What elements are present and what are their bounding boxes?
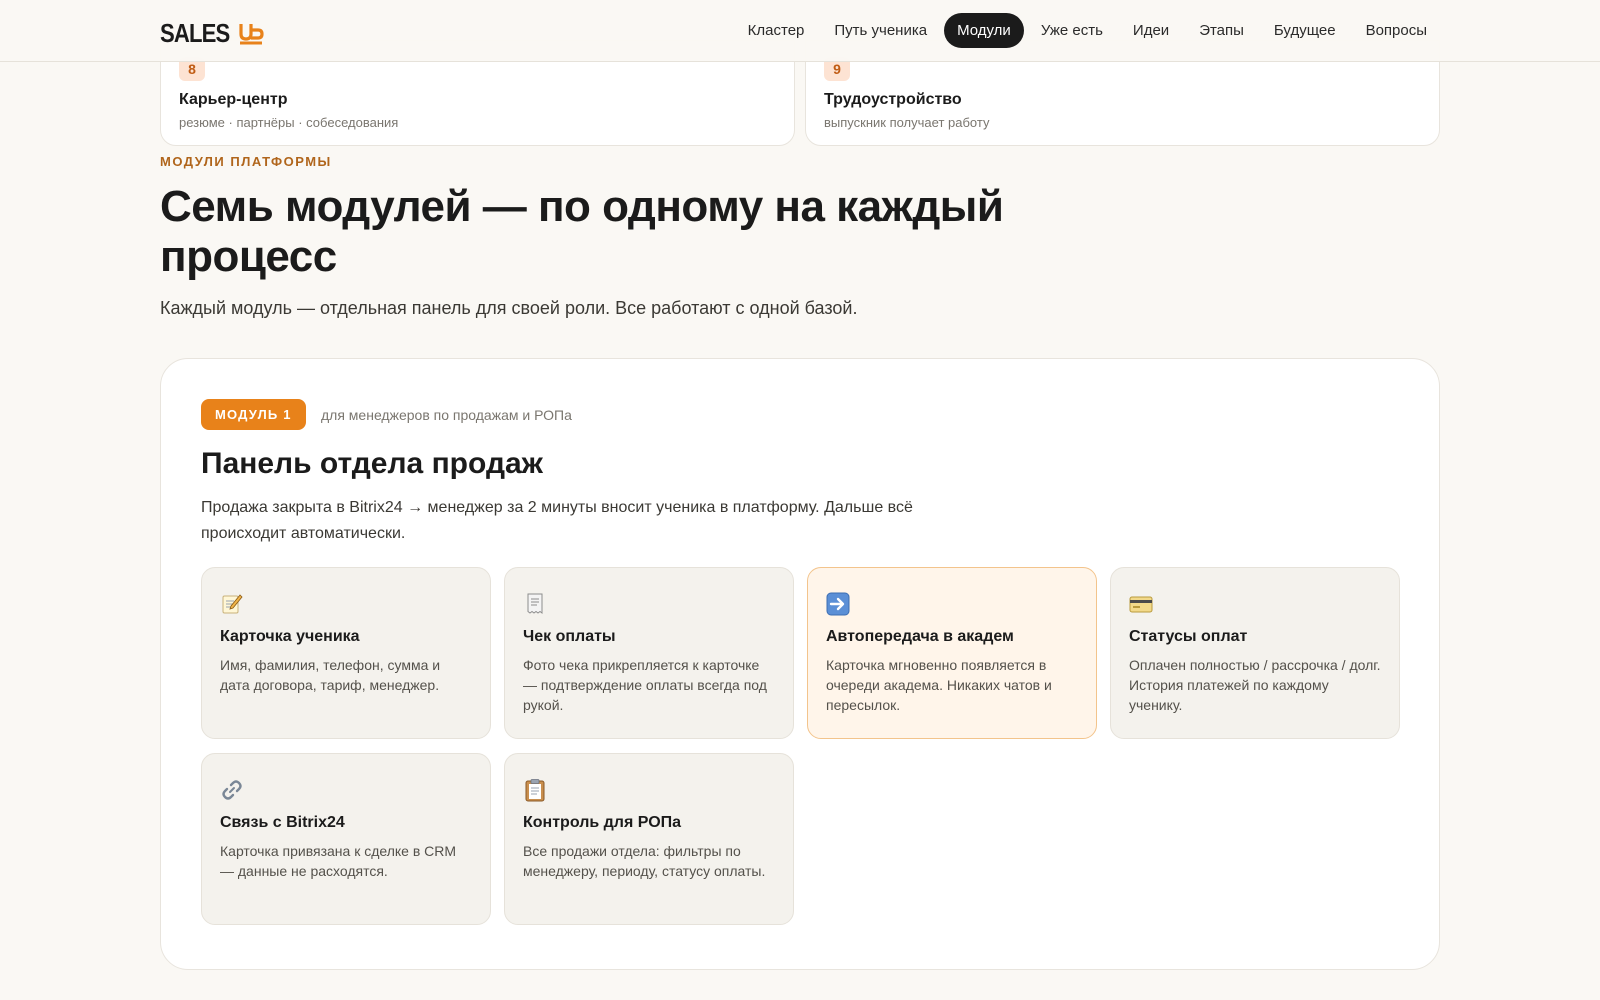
module-badge: Модуль 1 bbox=[201, 399, 306, 430]
feature-text: Карточка мгновенно появляется в очереди … bbox=[826, 657, 1052, 713]
nav-modules[interactable]: Модули bbox=[944, 13, 1024, 48]
credit-card-icon bbox=[1129, 596, 1153, 613]
feature-card-payment-status[interactable]: Статусы оплат Оплачен полностью / рассро… bbox=[1110, 567, 1400, 739]
logo-up-mark-icon bbox=[239, 24, 264, 45]
feature-card-rop-control[interactable]: Контроль для РОПа Все продажи отдела: фи… bbox=[504, 753, 794, 925]
feature-title: Статусы оплат bbox=[1129, 628, 1248, 645]
module-panel: Модуль 1 для менеджеров по продажам и РО… bbox=[160, 358, 1440, 970]
module-description: Продажа закрыта в Bitrix24 → менеджер за… bbox=[201, 499, 913, 542]
feature-card-bitrix[interactable]: Связь с Bitrix24 Карточка привязана к сд… bbox=[201, 753, 491, 925]
feature-text: Имя, фамилия, телефон, сумма и дата дого… bbox=[220, 657, 441, 693]
card-title: Трудоустройство bbox=[824, 91, 962, 108]
nav-cluster[interactable]: Кластер bbox=[735, 13, 818, 48]
card-title: Карьер-центр bbox=[179, 91, 288, 108]
nav-ideas[interactable]: Идеи bbox=[1120, 13, 1182, 48]
main-nav: Кластер Путь ученика Модули Уже есть Иде… bbox=[735, 13, 1440, 48]
feature-text: Карточка привязана к сделке в CRM — данн… bbox=[220, 843, 457, 879]
arrow-right-icon bbox=[826, 592, 850, 616]
section-lead: Каждый модуль — отдельная панель для сво… bbox=[160, 298, 858, 318]
clipboard-icon bbox=[525, 779, 545, 802]
feature-title: Чек оплаты bbox=[523, 628, 616, 645]
section-title: Семь модулей — по одному на каждый проце… bbox=[160, 182, 1004, 281]
feature-title: Связь с Bitrix24 bbox=[220, 814, 345, 831]
card-subtitle: резюме · партнёры · собеседования bbox=[179, 115, 399, 130]
nav-stages[interactable]: Этапы bbox=[1186, 13, 1257, 48]
section-eyebrow: Модули платформы bbox=[160, 154, 332, 169]
feature-text: Все продажи отдела: фильтры по менеджеру… bbox=[523, 843, 766, 879]
logo-text: SALES bbox=[160, 18, 230, 48]
link-icon bbox=[222, 780, 242, 800]
nav-questions[interactable]: Вопросы bbox=[1353, 13, 1440, 48]
site-header: SALES Кластер Путь ученика Модули Уже ес… bbox=[0, 0, 1600, 62]
sales-up-logo[interactable]: SALES bbox=[160, 16, 264, 46]
card-subtitle: выпускник получает работу bbox=[824, 115, 990, 130]
feature-title: Карточка ученика bbox=[220, 628, 360, 645]
module-audience: для менеджеров по продажам и РОПа bbox=[321, 407, 572, 423]
feature-text: Оплачен полностью / рассрочка / долг. Ис… bbox=[1129, 657, 1381, 713]
feature-title: Контроль для РОПа bbox=[523, 814, 682, 831]
feature-card-receipt[interactable]: Чек оплаты Фото чека прикрепляется к кар… bbox=[504, 567, 794, 739]
receipt-icon bbox=[527, 593, 543, 614]
feature-card-auto-transfer[interactable]: Автопередача в академ Карточка мгновенно… bbox=[807, 567, 1097, 739]
feature-text: Фото чека прикрепляется к карточке — под… bbox=[523, 657, 767, 713]
nav-future[interactable]: Будущее bbox=[1261, 13, 1349, 48]
page: 8 Карьер-центр резюме · партнёры · собес… bbox=[0, 0, 1600, 1000]
memo-icon bbox=[222, 594, 243, 614]
nav-student-path[interactable]: Путь ученика bbox=[821, 13, 940, 48]
nav-already-exists[interactable]: Уже есть bbox=[1028, 13, 1116, 48]
feature-title: Автопередача в академ bbox=[826, 628, 1014, 645]
module-title: Панель отдела продаж bbox=[201, 447, 543, 480]
feature-card-student[interactable]: Карточка ученика Имя, фамилия, телефон, … bbox=[201, 567, 491, 739]
